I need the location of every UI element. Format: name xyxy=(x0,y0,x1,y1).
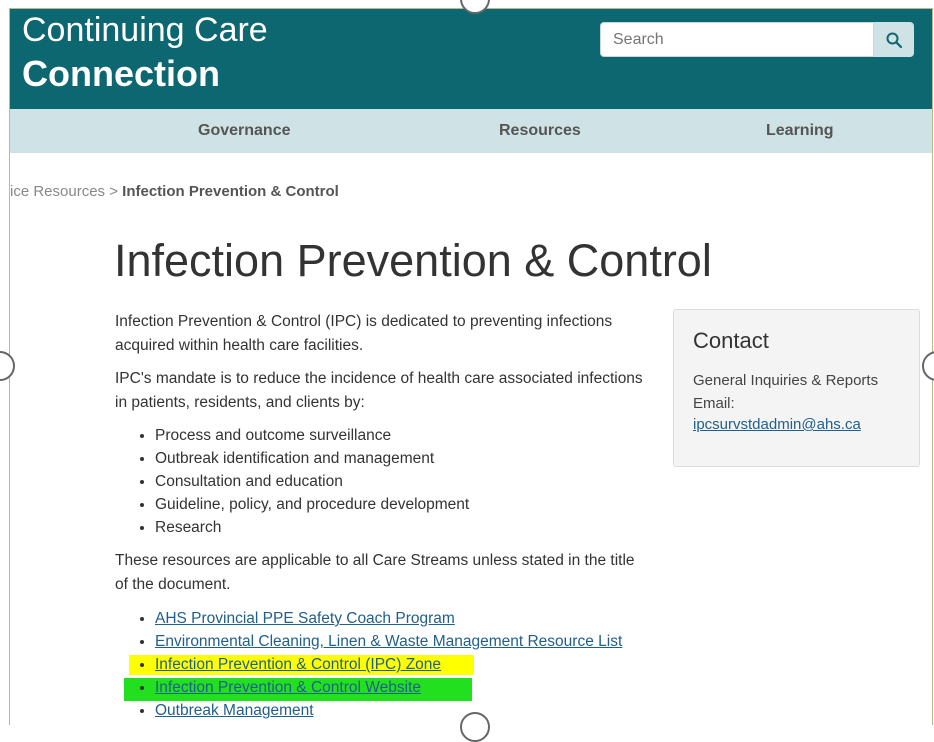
search-input[interactable] xyxy=(600,22,874,57)
resize-handle-bottom[interactable] xyxy=(460,712,490,742)
nav-governance[interactable]: Governance xyxy=(198,122,290,140)
link-ipc-zone[interactable]: Infection Prevention & Control (IPC) Zon… xyxy=(155,656,441,673)
link-ipc-website[interactable]: Infection Prevention & Control Website xyxy=(155,679,421,696)
site-header: Continuing Care Connection xyxy=(10,9,932,109)
list-item: Outbreak identification and management xyxy=(155,447,469,470)
contact-title: Contact xyxy=(693,328,769,353)
list-item: Guideline, policy, and procedure develop… xyxy=(155,493,469,516)
breadcrumb: ice Resources > Infection Prevention & C… xyxy=(10,183,339,200)
main-nav: Governance Resources Learning xyxy=(10,109,932,153)
site-title-line2[interactable]: Connection xyxy=(22,53,220,95)
list-item: Infection Prevention & Control (IPC) Zon… xyxy=(155,653,622,676)
list-item: Consultation and education xyxy=(155,470,469,493)
site-title-line1[interactable]: Continuing Care xyxy=(22,11,268,50)
list-item: Outbreak Management xyxy=(155,699,622,722)
page-title: Infection Prevention & Control xyxy=(114,235,712,286)
applicability-paragraph: These resources are applicable to all Ca… xyxy=(115,552,635,593)
list-item: AHS Provincial PPE Safety Coach Program xyxy=(155,607,622,630)
breadcrumb-separator: > xyxy=(109,183,118,200)
list-item: Environmental Cleaning, Linen & Waste Ma… xyxy=(155,630,622,653)
intro-paragraph: Infection Prevention & Control (IPC) is … xyxy=(115,313,613,354)
search-button[interactable] xyxy=(874,22,914,57)
search-icon xyxy=(886,32,903,48)
link-ppe-safety-coach[interactable]: AHS Provincial PPE Safety Coach Program xyxy=(155,610,455,627)
list-item: Process and outcome surveillance xyxy=(155,424,469,447)
breadcrumb-parent-link[interactable]: ice Resources xyxy=(10,183,105,200)
link-environmental-cleaning[interactable]: Environmental Cleaning, Linen & Waste Ma… xyxy=(155,633,622,650)
list-item: Research xyxy=(155,516,469,539)
contact-email-link[interactable]: ipcsurvstdadmin@ahs.ca xyxy=(693,416,861,433)
nav-resources[interactable]: Resources xyxy=(499,122,581,140)
contact-line-inquiries: General Inquiries & Reports xyxy=(693,372,879,389)
contact-box: Contact General Inquiries & Reports Emai… xyxy=(673,309,920,467)
mandate-list: Process and outcome surveillance Outbrea… xyxy=(125,424,469,539)
list-item: Infection Prevention & Control Website xyxy=(155,676,622,699)
mandate-paragraph: IPC's mandate is to reduce the incidence… xyxy=(115,370,643,411)
browser-frame: Continuing Care Connection Governance Re… xyxy=(9,8,933,725)
breadcrumb-current: Infection Prevention & Control xyxy=(122,183,339,200)
link-outbreak-management[interactable]: Outbreak Management xyxy=(155,702,314,719)
resource-links-list: AHS Provincial PPE Safety Coach Program … xyxy=(125,607,622,722)
contact-line-email-label: Email: xyxy=(693,395,735,412)
nav-learning[interactable]: Learning xyxy=(766,122,834,140)
